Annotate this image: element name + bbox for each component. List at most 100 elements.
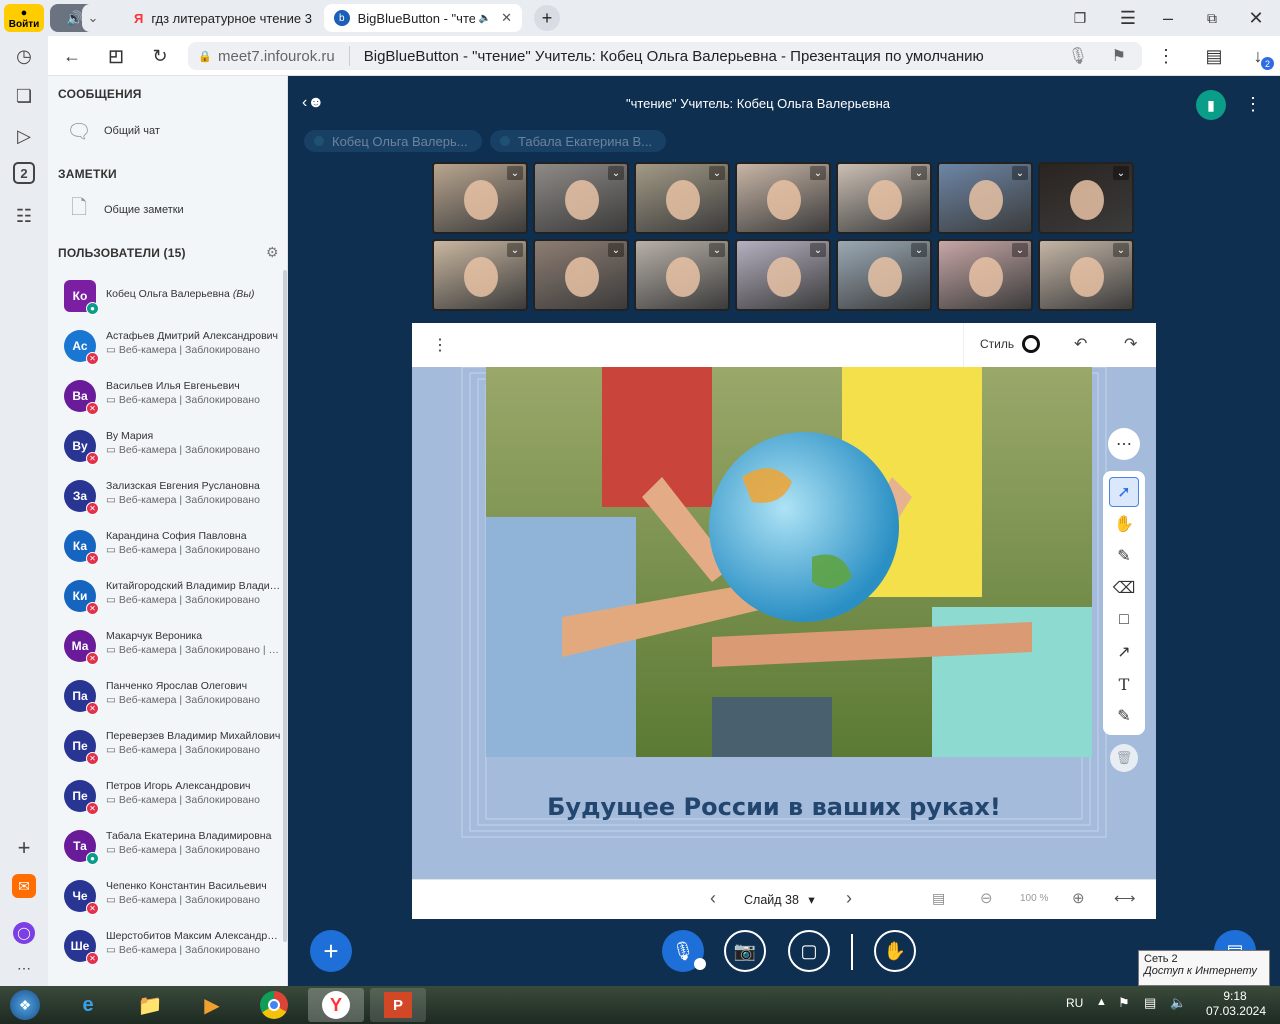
user-list-item[interactable]: За ✕ Зализская Евгения Руслановна ▭ Веб-кам… [48,472,284,522]
play-icon[interactable]: ▷ [10,122,38,150]
bookmark-icon[interactable]: ⚑ [1112,46,1126,66]
tab-gdz[interactable]: Я гдз литературное чтение 3 [124,4,320,32]
volume-icon[interactable]: 🔈 [1170,995,1186,1011]
public-chat-item[interactable]: 🗨 Общий чат [64,118,160,144]
user-list-item[interactable]: Ка ✕ Карандина София Павловна ▭ Веб-камера … [48,522,284,572]
note-tool-icon[interactable]: ✎ [1109,701,1139,731]
rectangle-tool-icon[interactable]: □ [1109,605,1139,635]
collections-icon[interactable]: ❏ [10,82,38,110]
yandex-icon[interactable]: ◰ [102,42,130,70]
user-list-item[interactable]: Пе ✕ Петров Игорь Александрович ▭ Веб-камер… [48,772,284,822]
mail-icon[interactable]: ✉ [12,874,36,898]
talking-indicator[interactable]: Табала Екатерина В... [490,130,666,152]
fit-width-icon[interactable]: ⟷ [1114,889,1136,907]
minimize-icon[interactable]: – [1154,4,1182,32]
alice-icon[interactable]: ◯ [13,922,35,944]
chevron-down-icon[interactable]: ⌄ [1012,243,1028,257]
webcam-tile[interactable]: ⌄ [937,162,1033,234]
users-settings-icon[interactable]: ⚙ [266,244,279,261]
explorer-icon[interactable]: 📁 [122,988,178,1022]
new-tab-button[interactable]: + [534,5,560,31]
downloads-icon[interactable]: ↓ 2 [1244,42,1274,70]
arrow-tool-icon[interactable]: ↗ [1109,637,1139,667]
chevron-down-icon[interactable]: ⌄ [709,166,725,180]
back-icon[interactable]: ← [58,42,86,70]
login-button[interactable]: ● Войти [4,4,44,32]
screenshot-icon[interactable]: ☷ [10,202,38,230]
tabs-counter-icon[interactable]: 2 [13,162,35,184]
user-list-item[interactable]: Та ● Табала Екатерина Владимировна ▭ Веб-ка… [48,822,284,872]
webcam-tile[interactable]: ⌄ [1038,162,1134,234]
user-list-item[interactable]: Па ✕ Панченко Ярослав Олегович ▭ Веб-камера… [48,672,284,722]
chevron-down-icon[interactable]: ⌄ [507,166,523,180]
tray-expand-icon[interactable]: ▲ [1096,996,1107,1008]
user-list-item[interactable]: Ше ✕ Шерстобитов Максим Александрович ▭ Веб… [48,922,284,972]
close-icon[interactable]: ✕ [501,10,512,26]
shared-notes-item[interactable]: 🗋 Общие заметки [64,197,184,223]
restore-icon[interactable]: ⧉ [1198,4,1226,32]
history-icon[interactable]: ◷ [10,42,38,70]
prev-slide-icon[interactable]: ‹ [710,888,716,909]
pencil-tool-icon[interactable]: ✎ [1109,541,1139,571]
chevron-down-icon[interactable]: ⌄ [810,166,826,180]
tray-alert-icon[interactable]: ⚑ [1118,995,1130,1011]
menu-icon[interactable]: ☰ [1114,4,1142,32]
style-label[interactable]: Стиль [980,337,1014,351]
zoom-in-icon[interactable]: ⊕ [1072,889,1085,907]
select-tool-icon[interactable]: ➚ [1109,477,1139,507]
network-icon[interactable]: ▤ [1144,995,1156,1011]
start-button[interactable]: ❖ [0,988,50,1022]
chevron-down-icon[interactable]: ⌄ [911,166,927,180]
chevron-down-icon[interactable]: ⌄ [709,243,725,257]
delete-icon[interactable]: 🗑 [1110,744,1138,772]
webcam-tile[interactable]: ⌄ [1038,239,1134,311]
tools-more-button[interactable]: ⋯ [1108,428,1140,460]
close-window-icon[interactable]: ✕ [1242,4,1270,32]
raise-hand-button[interactable]: ✋ [874,930,916,972]
reload-icon[interactable]: ↻ [146,42,174,70]
user-list-item[interactable]: Че ✕ Чепенко Константин Васильевич ▭ Веб-ка… [48,872,284,922]
user-list-item[interactable]: Пе ✕ Переверзев Владимир Михайлович ▭ Веб-к… [48,722,284,772]
tab-bigbluebutton[interactable]: b BigBlueButton - "чте 🔈 ✕ [324,4,522,32]
webcam-tile[interactable]: ⌄ [634,239,730,311]
chevron-down-icon[interactable]: ⌄ [507,243,523,257]
webcam-tile[interactable]: ⌄ [432,162,528,234]
text-tool-icon[interactable]: T [1109,669,1139,699]
chevron-down-icon[interactable]: ⌄ [911,243,927,257]
chrome-icon[interactable] [246,988,302,1022]
wallet-icon[interactable]: ▤ [1200,42,1228,70]
chevron-down-icon[interactable]: ⌄ [608,243,624,257]
audio-settings-icon[interactable] [694,958,706,970]
undo-icon[interactable]: ↶ [1074,334,1087,354]
options-menu-icon[interactable]: ⋮ [1244,94,1262,115]
powerpoint-icon[interactable]: P [370,988,426,1022]
chevron-down-icon[interactable]: ⌄ [1113,166,1129,180]
mute-button[interactable]: 🎙 [662,930,706,972]
user-list-item[interactable]: Ки✕Китайгородский Владимир Владимирович▭… [48,572,284,622]
language-indicator[interactable]: RU [1066,996,1083,1010]
bookmark-tab-icon[interactable]: ❐ [1066,4,1094,32]
chevron-down-icon[interactable]: ⌄ [1113,243,1129,257]
stroke-style-icon[interactable] [1022,335,1040,353]
zoom-out-icon[interactable]: ⊖ [980,889,993,907]
url-field[interactable]: 🔒 meet7.infourok.ru BigBlueButton - "чте… [188,42,1142,70]
chevron-down-icon[interactable]: ⌄ [810,243,826,257]
webcam-tile[interactable]: ⌄ [735,162,831,234]
webcam-tile[interactable]: ⌄ [533,239,629,311]
actions-plus-button[interactable]: + [310,930,352,972]
presentation-menu-icon[interactable]: ⋮ [432,335,448,355]
next-slide-icon[interactable]: › [846,888,852,909]
talking-indicator[interactable]: Кобец Ольга Валерь... [304,130,482,152]
webcam-tile[interactable]: ⌄ [533,162,629,234]
add-panel-icon[interactable]: + [10,834,38,862]
ie-icon[interactable]: e [60,988,116,1022]
connection-status-icon[interactable]: ▮ [1196,90,1226,120]
user-list-scrollbar[interactable] [283,270,287,942]
eraser-tool-icon[interactable]: ⌫ [1109,573,1139,603]
yandex-browser-icon[interactable]: Y [308,988,364,1022]
user-list-item[interactable]: Ву ✕ Ву Мария ▭ Веб-камера | Заблокировано [48,422,284,472]
fit-icon[interactable]: ▤ [932,890,945,907]
clock[interactable]: 9:18 07.03.2024 [1190,989,1266,1019]
mic-icon[interactable]: 🎙 [1068,46,1088,66]
user-list-item[interactable]: Ко ● Кобец Ольга Валерьевна (Вы) [48,272,284,322]
